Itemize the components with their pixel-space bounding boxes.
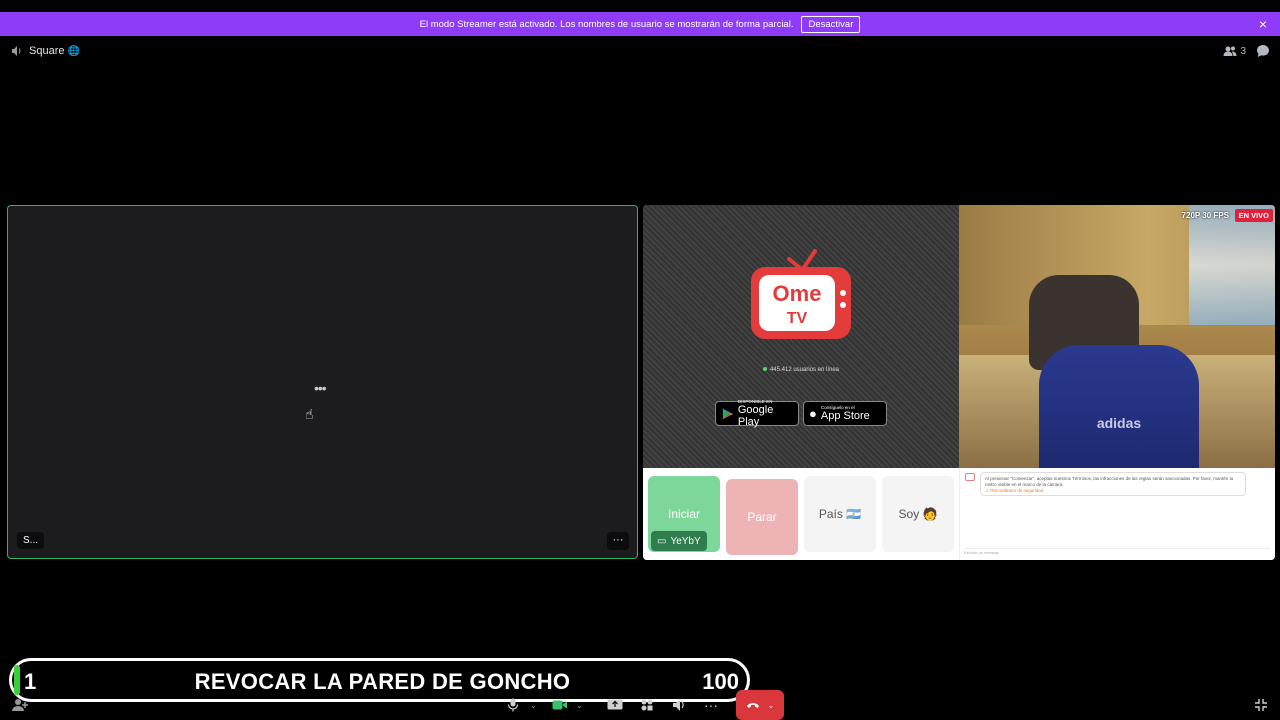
ometv-logo: Ome TV bbox=[751, 249, 851, 339]
participant-tile-left[interactable]: ••• ☝ S... ··· bbox=[7, 205, 638, 559]
online-dot-icon bbox=[762, 367, 767, 372]
call-control-bar: ⌄ ⌄ ··· ⌄ bbox=[0, 690, 1280, 720]
google-play-badge: DISPONIBLE EN Google Play bbox=[715, 399, 799, 428]
ometv-controls: Iniciar Parar País 🇦🇷 Soy 🧑 ▭ YeYbY bbox=[643, 468, 959, 560]
channel-title: Square 🌐 bbox=[11, 45, 80, 57]
members-button[interactable]: 3 bbox=[1223, 45, 1246, 57]
gender-button[interactable]: Soy 🧑 bbox=[882, 476, 954, 552]
streamer-mode-message: El modo Streamer está activado. Los nomb… bbox=[419, 18, 794, 30]
chevron-down-icon[interactable]: ⌄ bbox=[530, 697, 537, 713]
chat-warning-text: ⚠ Recordatorio de seguridad bbox=[985, 488, 1044, 493]
streamer-name: YeYbY bbox=[670, 535, 701, 547]
tile-more-button[interactable]: ··· bbox=[607, 532, 629, 550]
shirt-logo: adidas bbox=[1096, 415, 1142, 431]
channel-name: Square bbox=[29, 45, 65, 57]
hand-cursor-icon: ☝ bbox=[305, 406, 314, 422]
chat-input[interactable]: Escribe un mensaje bbox=[964, 548, 1270, 556]
country-button[interactable]: País 🇦🇷 bbox=[804, 476, 876, 552]
chat-system-message: Al presionar "Comenzar", aceptas nuestro… bbox=[980, 472, 1246, 496]
deactivate-streamer-button[interactable]: Desactivar bbox=[801, 15, 861, 33]
chat-warning-icon bbox=[965, 473, 975, 481]
webcam-view: adidas 720P 30 FPS EN VIVO bbox=[959, 205, 1275, 468]
call-header: Square 🌐 3 bbox=[0, 44, 1280, 62]
participant-tile-right[interactable]: Ome TV 445.412 usuarios en línea DISPONI… bbox=[643, 205, 1275, 560]
chat-message-text: Al presionar "Comenzar", aceptas nuestro… bbox=[985, 476, 1234, 487]
hangup-button[interactable]: ⌄ bbox=[736, 690, 784, 720]
tv-logo-text: TV bbox=[787, 310, 808, 327]
google-play-big: Google Play bbox=[737, 404, 774, 428]
webcam-flag bbox=[1189, 205, 1275, 325]
add-friend-icon[interactable] bbox=[12, 697, 28, 713]
streamer-mode-banner: El modo Streamer está activado. Los nomb… bbox=[0, 12, 1280, 36]
hangup-icon bbox=[746, 703, 759, 708]
mic-icon[interactable] bbox=[507, 697, 519, 713]
chat-bubble-icon[interactable] bbox=[1256, 44, 1270, 58]
streamer-name-tag: ▭ YeYbY bbox=[651, 531, 707, 551]
loading-indicator: ••• bbox=[314, 380, 327, 396]
chevron-down-icon[interactable]: ⌄ bbox=[768, 701, 775, 710]
google-play-icon bbox=[722, 407, 733, 420]
online-users: 445.412 usuarios en línea bbox=[643, 367, 959, 373]
activities-icon[interactable] bbox=[640, 697, 654, 713]
chevron-down-icon[interactable]: ⌄ bbox=[576, 697, 583, 713]
soundboard-icon[interactable] bbox=[672, 697, 686, 713]
ometv-partner-panel: Ome TV 445.412 usuarios en línea DISPONI… bbox=[643, 205, 959, 468]
webcam-person bbox=[1039, 345, 1199, 468]
stop-button[interactable]: Parar bbox=[726, 479, 798, 555]
header-actions: 3 bbox=[1223, 44, 1270, 58]
apple-icon: ● bbox=[809, 406, 817, 421]
close-icon[interactable]: × bbox=[1259, 16, 1267, 32]
fullscreen-exit-icon[interactable] bbox=[1254, 697, 1268, 713]
live-badge: EN VIVO bbox=[1234, 209, 1273, 222]
participant-name-tag: S... bbox=[17, 532, 45, 549]
more-icon[interactable]: ··· bbox=[704, 697, 718, 713]
ometv-chat-panel: Al presionar "Comenzar", aceptas nuestro… bbox=[959, 468, 1275, 560]
ome-logo-text: Ome bbox=[773, 281, 822, 306]
online-users-text: 445.412 usuarios en línea bbox=[769, 367, 840, 373]
camera-icon[interactable] bbox=[552, 697, 568, 713]
member-count: 3 bbox=[1240, 45, 1246, 57]
app-store-big: App Store bbox=[820, 410, 870, 422]
channel-emoji: 🌐 bbox=[67, 45, 80, 57]
screen-share-icon[interactable] bbox=[607, 697, 623, 713]
app-store-badge: ● Consíguelo en el App Store bbox=[803, 401, 887, 426]
stream-quality: 720P 30 FPS bbox=[1181, 211, 1229, 220]
speaker-icon bbox=[12, 46, 21, 56]
screen-icon: ▭ bbox=[657, 535, 667, 547]
members-icon bbox=[1223, 46, 1237, 56]
